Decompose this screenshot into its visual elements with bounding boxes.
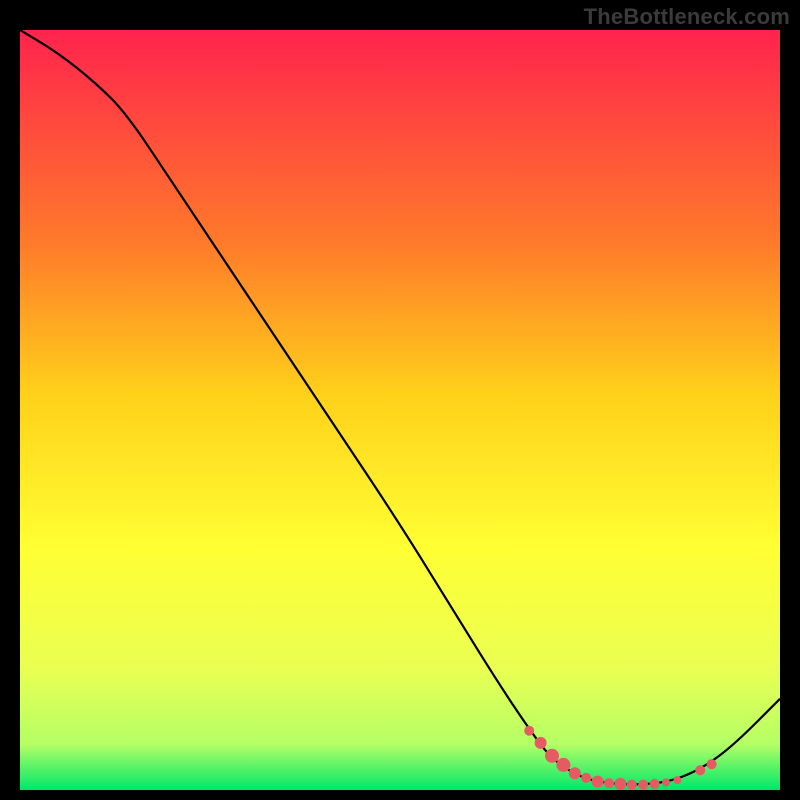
plot-svg [20,30,780,790]
curve-marker [604,778,614,788]
curve-marker [638,780,648,790]
curve-marker [524,726,534,736]
curve-marker [535,737,547,749]
attribution-label: TheBottleneck.com [584,4,790,30]
curve-marker [545,749,559,763]
curve-marker [556,758,570,772]
curve-marker [650,779,660,789]
curve-marker [581,773,591,783]
curve-marker [627,780,637,790]
gradient-background [20,30,780,790]
curve-marker [614,778,626,790]
curve-marker [695,765,705,775]
curve-marker [662,778,670,786]
curve-marker [569,767,581,779]
curve-marker [592,776,604,788]
chart-stage: TheBottleneck.com [0,0,800,800]
curve-marker [673,776,681,784]
curve-marker [707,759,717,769]
bottleneck-plot [20,30,780,790]
